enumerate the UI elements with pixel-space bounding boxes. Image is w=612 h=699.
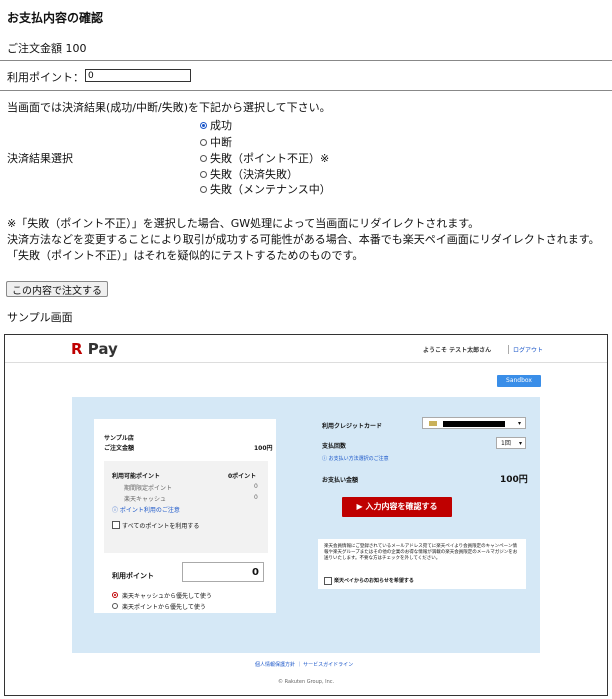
result-instruction: 当画面では決済結果(成功/中断/失敗)を下記から選択して下さい。 xyxy=(7,101,331,114)
installments-label: 支払回数 xyxy=(322,443,347,450)
radio-button[interactable] xyxy=(200,170,207,178)
chevron-down-icon: ▾ xyxy=(518,440,522,447)
use-all-label: すべてのポイントを利用する xyxy=(122,523,200,530)
result-option[interactable]: 中断 xyxy=(200,134,232,150)
chevron-down-icon: ▾ xyxy=(517,420,521,427)
cash-first-label: 楽天キャッシュから優先して使う xyxy=(122,593,212,600)
divider xyxy=(0,90,612,91)
page-title: お支払内容の確認 xyxy=(7,11,104,25)
payment-note-link[interactable]: ⓘ お支払い方法選択のご注意 xyxy=(322,455,389,462)
logout-link[interactable]: ログアウト xyxy=(508,345,543,354)
cash-first-radio[interactable] xyxy=(112,592,118,598)
divider xyxy=(0,60,612,61)
rakuten-pay-logo: R Pay xyxy=(71,340,118,358)
limited-points-value: 0 xyxy=(254,483,258,490)
copyright: © Rakuten Group, Inc. xyxy=(278,679,335,685)
result-option-label: 失敗（ポイント不正）※ xyxy=(210,152,330,165)
note-line-3: 「失敗（ポイント不正）」はそれを疑似的にテストするためのものです。 xyxy=(7,249,364,262)
total-value: 100円 xyxy=(500,475,528,485)
footer-links[interactable]: 個人情報保護方針 ｜ サービスガイドライン xyxy=(255,661,353,668)
points-note-link[interactable]: ⓘ ポイント利用のご注意 xyxy=(112,505,180,514)
points-label: 利用ポイント： xyxy=(7,71,84,84)
info-icon: ⓘ xyxy=(322,456,329,462)
radio-button[interactable] xyxy=(200,154,207,162)
use-points-input[interactable]: 0 xyxy=(182,562,264,582)
sandbox-badge: Sandbox xyxy=(497,375,541,387)
result-option[interactable]: 成功 xyxy=(200,117,232,133)
points-summary: 利用可能ポイント 0ポイント 期間限定ポイント 0 楽天キャッシュ 0 ⓘ ポイ… xyxy=(104,461,268,553)
points-input[interactable] xyxy=(85,69,191,82)
order-amount-value: 100円 xyxy=(254,445,273,452)
note-line-2: 決済方法などを変更することにより取引が成功する可能性がある場合、本番でも楽天ペイ… xyxy=(7,233,600,246)
card-icon xyxy=(429,421,437,426)
points-first-radio[interactable] xyxy=(112,603,118,609)
sample-screen: R Pay ようこそ テスト太郎さん ログアウト Sandbox サンプル店 ご… xyxy=(4,334,608,696)
result-option-label: 中断 xyxy=(210,136,232,149)
newsletter-label: 楽天ペイからのお知らせを希望する xyxy=(334,578,414,584)
result-option[interactable]: 失敗（決済失敗） xyxy=(200,166,298,182)
card-label: 利用クレジットカード xyxy=(322,423,383,430)
order-amount: ご注文金額 100 xyxy=(7,42,87,55)
total-label: お支払い金額 xyxy=(322,477,359,484)
newsletter-box: 楽天会員情報にご登録されているメールアドレス宛てに楽天ペイより会員限定のキャンペ… xyxy=(318,539,526,589)
result-option-label: 失敗（決済失敗） xyxy=(210,168,298,181)
result-option-label: 失敗（メンテナンス中） xyxy=(210,183,331,196)
result-option[interactable]: 失敗（ポイント不正）※ xyxy=(200,150,329,166)
info-icon: ⓘ xyxy=(112,507,120,514)
note-line-1: ※「失敗（ポイント不正）」を選択した場合、GW処理によって当画面にリダイレクトさ… xyxy=(7,217,480,230)
checkout-panel: サンプル店 ご注文金額 100円 利用可能ポイント 0ポイント 期間限定ポイント… xyxy=(72,397,540,653)
confirm-button[interactable]: ▶ 入力内容を確認する xyxy=(342,497,452,517)
available-points-label: 利用可能ポイント xyxy=(112,473,161,480)
order-button[interactable]: この内容で注文する xyxy=(6,281,108,297)
cash-value: 0 xyxy=(254,494,258,501)
result-option[interactable]: 失敗（メンテナンス中） xyxy=(200,181,331,197)
points-card: サンプル店 ご注文金額 100円 利用可能ポイント 0ポイント 期間限定ポイント… xyxy=(94,419,276,613)
order-amount-label: ご注文金額 xyxy=(104,445,135,452)
radio-button[interactable] xyxy=(200,185,207,193)
cash-label: 楽天キャッシュ xyxy=(124,496,167,503)
radio-button[interactable] xyxy=(200,121,207,129)
sample-label: サンプル画面 xyxy=(7,311,73,324)
header-divider xyxy=(5,362,607,363)
points-first-label: 楽天ポイントから優先して使う xyxy=(122,604,206,611)
installments-select[interactable]: 1回 ▾ xyxy=(496,437,526,449)
use-all-checkbox[interactable] xyxy=(112,521,120,529)
available-points-value: 0ポイント xyxy=(228,473,257,480)
limited-points-label: 期間限定ポイント xyxy=(124,485,173,492)
card-select[interactable]: ▾ xyxy=(422,417,526,429)
newsletter-checkbox[interactable] xyxy=(324,577,332,585)
shop-name: サンプル店 xyxy=(104,435,134,442)
radio-button[interactable] xyxy=(200,138,207,146)
welcome-text: ようこそ テスト太郎さん xyxy=(423,347,492,354)
card-number-masked xyxy=(443,421,505,427)
use-points-label: 利用ポイント xyxy=(112,572,154,580)
newsletter-text: 楽天会員情報にご登録されているメールアドレス宛てに楽天ペイより会員限定のキャンペ… xyxy=(324,544,518,561)
result-label: 決済結果選択 xyxy=(7,152,73,165)
result-option-label: 成功 xyxy=(210,119,232,132)
